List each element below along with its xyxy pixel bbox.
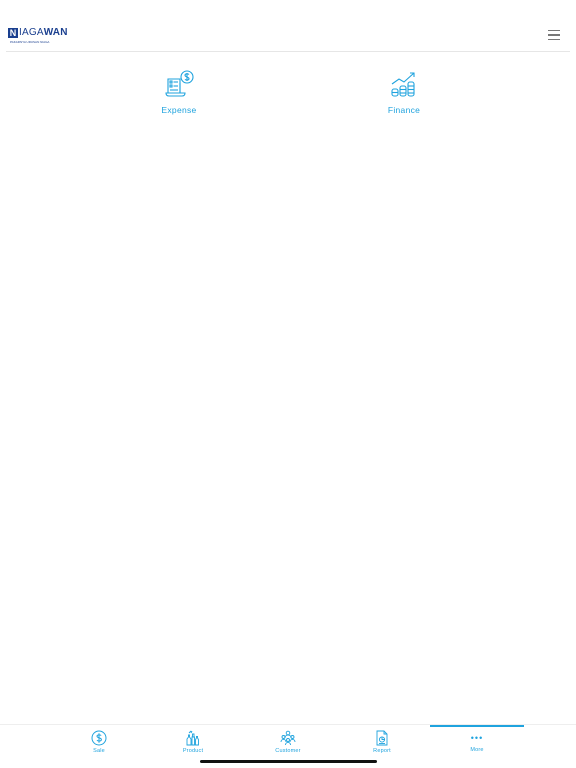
expense-tile[interactable]: Expense — [119, 70, 239, 120]
header: N IAGA WAN PAKARNYA URUSAN NIAGA — [0, 0, 576, 52]
tab-more-label: More — [470, 747, 484, 753]
more-dots-icon: ••• — [470, 733, 484, 743]
niagawan-logo: N IAGA WAN PAKARNYA URUSAN NIAGA — [8, 27, 72, 45]
tab-customer-label: Customer — [275, 748, 301, 754]
app-screen: N IAGA WAN PAKARNYA URUSAN NIAGA Expense — [0, 0, 576, 768]
report-document-icon — [376, 730, 388, 746]
expense-receipt-icon — [165, 70, 194, 97]
product-bottles-icon — [186, 730, 199, 746]
home-indicator[interactable] — [200, 760, 377, 763]
tab-report-label: Report — [373, 748, 391, 754]
logo-end: WAN — [43, 27, 68, 38]
tab-sale-label: Sale — [93, 748, 105, 754]
logo-wordmark: N IAGA WAN — [8, 27, 72, 38]
tab-more[interactable]: ••• More — [430, 725, 524, 768]
logo-letter: N — [8, 27, 18, 38]
tab-product-label: Product — [182, 748, 204, 754]
header-divider — [6, 51, 570, 52]
hamburger-menu-icon[interactable] — [548, 30, 560, 40]
finance-tile[interactable]: Finance — [344, 70, 464, 120]
finance-label: Finance — [387, 105, 421, 115]
logo-middle: IAGA — [19, 27, 44, 38]
finance-growth-icon — [391, 72, 415, 97]
tab-sale[interactable]: Sale — [52, 725, 146, 768]
expense-label: Expense — [161, 105, 197, 115]
logo-tagline: PAKARNYA URUSAN NIAGA — [10, 40, 50, 44]
dollar-circle-icon — [91, 730, 107, 746]
customers-group-icon — [280, 730, 296, 746]
